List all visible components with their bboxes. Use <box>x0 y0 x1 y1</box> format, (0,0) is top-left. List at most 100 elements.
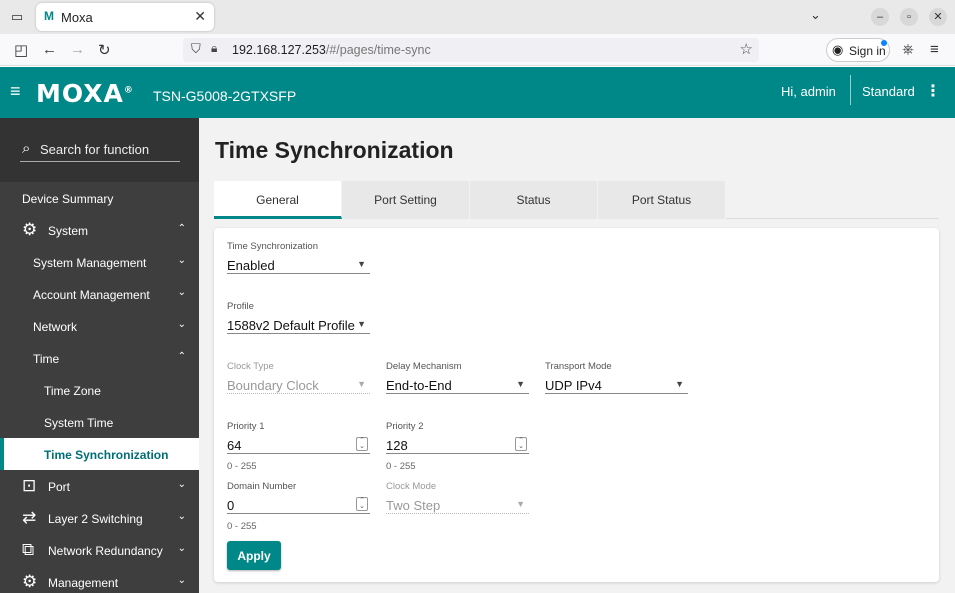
user-greeting[interactable]: Hi, admin <box>781 84 836 99</box>
app-menu-icon[interactable]: ≡ <box>930 41 939 58</box>
search-input[interactable] <box>20 138 180 162</box>
sidebar-item-label: Layer 2 Switching <box>48 512 143 526</box>
settings-card: Time Synchronization Enabled ▼ Profile 15… <box>214 228 939 582</box>
priority-1-input[interactable]: Priority 1 64 ⌃ ⌄ 0 - 255 <box>227 421 370 472</box>
sidebar-item-system[interactable]: ⚙ System ⌃ <box>0 214 199 246</box>
close-tab-icon[interactable]: ✕ <box>194 8 206 25</box>
account-icon: ◉ <box>832 42 844 57</box>
field-label: Transport Mode <box>545 361 612 372</box>
restore-icon[interactable]: ▫ <box>900 8 918 26</box>
tab-bar: General Port Setting Status Port Status <box>214 181 939 219</box>
close-window-icon[interactable]: ✕ <box>929 8 947 26</box>
field-value: 0 <box>227 498 235 513</box>
sidebar-item-system-management[interactable]: System Management ⌄ <box>0 246 199 278</box>
sidebar-item-management[interactable]: ⚙ Management ⌄ <box>0 566 199 593</box>
number-stepper-icon[interactable]: ⌃ ⌄ <box>356 437 368 451</box>
dropdown-caret-icon: ▼ <box>516 499 525 509</box>
transport-mode-select[interactable]: Transport Mode UDP IPv4 ▼ <box>545 361 688 394</box>
sidebar-item-time-zone[interactable]: Time Zone <box>0 374 199 406</box>
field-label: Profile <box>227 301 254 312</box>
field-label: Time Synchronization <box>227 241 318 252</box>
tab-status[interactable]: Status <box>470 181 598 219</box>
sidebar-item-time-synchronization[interactable]: Time Synchronization <box>0 438 199 470</box>
tab-port-status[interactable]: Port Status <box>598 181 726 219</box>
tab-general[interactable]: General <box>214 181 342 219</box>
field-value: 128 <box>386 438 408 453</box>
field-label: Delay Mechanism <box>386 361 462 372</box>
url-text[interactable]: 192.168.127.253/#/pages/time-sync <box>232 43 431 57</box>
sidebar-item-label: Network Redundancy <box>48 544 163 558</box>
field-value: Enabled <box>227 258 275 273</box>
chevron-down-icon: ⌄ <box>177 575 186 586</box>
tab-list-icon[interactable]: ▭ <box>8 8 26 26</box>
sidebar-item-layer-2-switching[interactable]: ⇄ Layer 2 Switching ⌄ <box>0 502 199 534</box>
dropdown-caret-icon: ▼ <box>357 379 366 389</box>
field-value: UDP IPv4 <box>545 378 602 393</box>
sidebar-item-label: Management <box>48 576 119 590</box>
address-bar[interactable]: ⛉ 🔒︎ 192.168.127.253/#/pages/time-sync ☆ <box>183 38 759 62</box>
apply-button[interactable]: Apply <box>227 541 281 570</box>
priority-2-input[interactable]: Priority 2 128 ⌃ ⌄ 0 - 255 <box>386 421 529 472</box>
number-stepper-icon[interactable]: ⌃ ⌄ <box>515 437 527 451</box>
chevron-down-icon: ⌄ <box>177 287 186 298</box>
sidebar-item-label: Time Synchronization <box>44 448 169 462</box>
field-label: Priority 2 <box>386 421 424 432</box>
sidebar-item-label: Network <box>33 320 78 334</box>
forward-icon[interactable]: → <box>70 41 85 58</box>
field-hint: 0 - 255 <box>227 461 257 472</box>
device-model: TSN-G5008-2GTXSFP <box>153 88 297 104</box>
sidebar-item-label: Port <box>48 480 71 494</box>
new-tab-icon[interactable]: ◰ <box>14 41 28 59</box>
notification-dot <box>881 40 887 46</box>
chevron-down-icon: ⌄ <box>177 511 186 522</box>
back-icon[interactable]: ← <box>42 41 57 58</box>
field-value: 1588v2 Default Profile <box>227 318 355 333</box>
clock-type-select: Clock Type Boundary Clock ▼ <box>227 361 370 394</box>
time-sync-select[interactable]: Time Synchronization Enabled ▼ <box>227 241 370 274</box>
main-content: Time Synchronization General Port Settin… <box>199 118 955 593</box>
sidebar-item-network-redundancy[interactable]: ⧉ Network Redundancy ⌄ <box>0 534 199 566</box>
hamburger-menu-icon[interactable]: ≡ <box>10 81 21 102</box>
lock-icon[interactable]: 🔒︎ <box>211 41 217 56</box>
mode-selector[interactable]: Standard <box>862 84 915 99</box>
sidebar-item-network[interactable]: Network ⌄ <box>0 310 199 342</box>
sidebar-item-system-time[interactable]: System Time <box>0 406 199 438</box>
browser-tab-bar: ▭ M Moxa ✕ ⌄ – ▫ ✕ <box>0 0 955 34</box>
browser-nav-bar: ◰ ← → ↻ ⛉ 🔒︎ 192.168.127.253/#/pages/tim… <box>0 34 955 66</box>
more-options-icon[interactable]: ⋮ <box>925 81 941 101</box>
sidebar-item-label: Time <box>33 352 60 366</box>
sidebar-item-device-summary[interactable]: Device Summary <box>0 182 199 214</box>
chevron-up-icon: ⌃ <box>177 223 186 234</box>
sidebar-item-account-management[interactable]: Account Management ⌄ <box>0 278 199 310</box>
field-label: Clock Mode <box>386 481 437 492</box>
shield-icon[interactable]: ⛉ <box>191 41 201 57</box>
sign-in-label: Sign in <box>849 44 886 58</box>
domain-number-input[interactable]: Domain Number 0 ⌃ ⌄ 0 - 255 <box>227 481 370 532</box>
sidebar-item-label: System <box>48 224 89 238</box>
profile-select[interactable]: Profile 1588v2 Default Profile ▼ <box>227 301 370 334</box>
clock-mode-select: Clock Mode Two Step ▼ <box>386 481 529 514</box>
bookmark-star-icon[interactable]: ☆ <box>740 40 753 58</box>
sidebar: ⌕ Device Summary ⚙ System ⌃ System Manag… <box>0 118 199 593</box>
delay-mechanism-select[interactable]: Delay Mechanism End-to-End ▼ <box>386 361 529 394</box>
sidebar-item-label: System Management <box>33 256 147 270</box>
sign-in-button[interactable]: ◉ Sign in <box>826 38 890 62</box>
dropdown-caret-icon: ▼ <box>516 379 525 389</box>
number-stepper-icon[interactable]: ⌃ ⌄ <box>356 497 368 511</box>
minimize-icon[interactable]: – <box>871 8 889 26</box>
app-header: ≡ MOXA® TSN-G5008-2GTXSFP Hi, admin Stan… <box>0 67 955 118</box>
tab-port-setting[interactable]: Port Setting <box>342 181 470 219</box>
reload-icon[interactable]: ↻ <box>98 41 111 59</box>
sidebar-item-port[interactable]: ⊡ Port ⌄ <box>0 470 199 502</box>
extensions-icon[interactable]: ⎈ <box>902 41 914 58</box>
sidebar-item-time[interactable]: Time ⌃ <box>0 342 199 374</box>
moxa-favicon-icon: M <box>44 9 54 23</box>
field-label: Clock Type <box>227 361 274 372</box>
field-hint: 0 - 255 <box>386 461 416 472</box>
browser-tab[interactable]: M Moxa ✕ <box>36 3 214 31</box>
dropdown-caret-icon: ▼ <box>357 259 366 269</box>
field-value: 64 <box>227 438 242 453</box>
field-value: End-to-End <box>386 378 452 393</box>
chevron-down-icon[interactable]: ⌄ <box>810 7 821 23</box>
dropdown-caret-icon: ▼ <box>357 319 366 329</box>
